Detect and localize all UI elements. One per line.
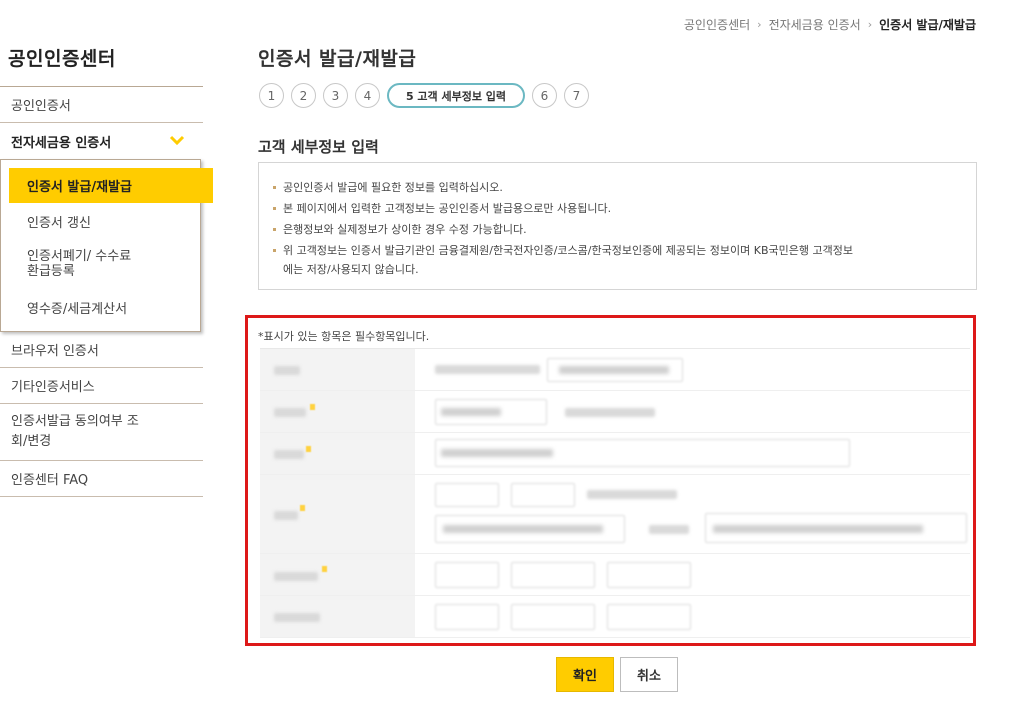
form-row [260,475,970,554]
blurred-input-text [443,525,603,533]
blurred-value [565,408,655,417]
blurred-input[interactable] [511,604,595,630]
submenu-item-label: 영수증/세금계산서 [27,301,128,317]
page-title: 인증서 발급/재발급 [258,48,417,70]
step-6: 6 [532,83,557,108]
form-row [260,596,970,638]
form-label-cell [260,349,415,390]
blurred-input[interactable] [435,604,499,630]
sidebar-item-label: 브라우저 인증서 [11,344,99,359]
submenu-item-renew[interactable]: 인증서 갱신 [1,203,200,239]
sidebar-item-faq[interactable]: 인증센터 FAQ [0,461,203,497]
sidebar-item-public-cert[interactable]: 공인인증서 [0,87,203,123]
form-value-cell [415,475,970,553]
cancel-button[interactable]: 취소 [620,657,678,692]
form-value-cell [415,554,970,595]
chevron-down-icon [169,135,185,146]
form-label-cell [260,391,415,432]
form-label-cell [260,554,415,595]
form-value-cell [415,596,970,637]
blurred-input[interactable] [607,562,691,588]
blurred-label [274,613,320,622]
notice-item: 위 고객정보는 인증서 발급기관인 금융결제원/한국전자인증/코스콤/한국정보인… [273,240,976,279]
breadcrumb-item-home[interactable]: 공인인증센터 [684,16,750,33]
customer-info-form: *표시가 있는 항목은 필수항목입니다. [245,315,976,646]
step-4: 4 [355,83,380,108]
blurred-input[interactable] [435,483,499,507]
sidebar-item-label: 기타인증서비스 [11,380,95,395]
submenu-item-label: 인증서 발급/재발급 [27,180,132,195]
form-row [260,349,970,391]
sidebar-title: 공인인증센터 [8,48,116,70]
sidebar-menu: 공인인증서 전자세금용 인증서 인증서 발급/재발급 인증서 갱신 인증서폐기/… [0,86,213,497]
sidebar-item-label: 인증센터 FAQ [11,473,89,488]
form-row [260,433,970,475]
blurred-input[interactable] [511,562,595,588]
notice-item: 공인인증서 발급에 필요한 정보를 입력하십시오. [273,177,976,198]
step-5-current: 5 고객 세부정보 입력 [387,83,525,108]
breadcrumb: 공인인증센터 › 전자세금용 인증서 › 인증서 발급/재발급 [684,16,976,33]
sidebar-item-consent[interactable]: 인증서발급 동의여부 조회/변경 [0,404,203,461]
step-3: 3 [323,83,348,108]
blurred-label [274,511,298,520]
step-1: 1 [259,83,284,108]
required-star-icon [300,505,305,511]
step-indicator: 1 2 3 4 5 고객 세부정보 입력 6 7 [259,83,589,108]
form-label-cell [260,433,415,474]
blurred-value [649,525,689,534]
sidebar-item-label: 인증서발급 동의여부 조회/변경 [11,414,139,449]
step-2: 2 [291,83,316,108]
form-label-cell [260,596,415,637]
sidebar-item-browser-cert[interactable]: 브라우저 인증서 [0,332,203,368]
blurred-value [587,490,677,499]
notice-item: 은행정보와 실제정보가 상이한 경우 수정 가능합니다. [273,219,976,240]
submenu-item-label: 인증서폐기/ 수수료 환급등록 [27,249,132,279]
sidebar-item-tax-cert[interactable]: 전자세금용 인증서 [0,123,203,159]
required-star-icon [322,566,327,572]
blurred-label [274,366,300,375]
blurred-value [435,365,540,374]
blurred-input-text [559,366,669,374]
form-value-cell [415,349,970,390]
blurred-input-text [713,525,923,533]
blurred-input-text [441,408,501,416]
form-actions: 확인 취소 [556,657,678,692]
sidebar-item-label: 공인인증서 [11,99,71,114]
sidebar-submenu: 인증서 발급/재발급 인증서 갱신 인증서폐기/ 수수료 환급등록 영수증/세금… [0,159,213,332]
blurred-label [274,572,318,581]
submenu-item-label: 인증서 갱신 [27,215,91,231]
submenu-item-revoke[interactable]: 인증서폐기/ 수수료 환급등록 [1,239,200,289]
required-star-icon [306,446,311,452]
sidebar-item-other-services[interactable]: 기타인증서비스 [0,368,203,404]
blurred-label [274,450,304,459]
chevron-right-icon: › [757,18,762,31]
step-7: 7 [564,83,589,108]
blurred-label [274,408,306,417]
blurred-input-text [441,449,553,457]
sidebar-item-label: 전자세금용 인증서 [11,135,112,151]
breadcrumb-current: 인증서 발급/재발급 [879,18,976,32]
breadcrumb-item-tax-cert[interactable]: 전자세금용 인증서 [769,16,861,33]
submenu-item-receipt[interactable]: 영수증/세금계산서 [1,289,200,325]
form-row [260,554,970,596]
confirm-button[interactable]: 확인 [556,657,614,692]
blurred-input[interactable] [607,604,691,630]
form-value-cell [415,433,970,474]
required-star-icon [310,404,315,410]
notice-item-text: 위 고객정보는 인증서 발급기관인 금융결제원/한국전자인증/코스콤/한국정보인… [283,244,853,257]
section-title: 고객 세부정보 입력 [258,138,379,156]
form-value-cell [415,391,970,432]
notice-box: 공인인증서 발급에 필요한 정보를 입력하십시오. 본 페이지에서 입력한 고객… [258,162,977,290]
notice-item: 본 페이지에서 입력한 고객정보는 공인인증서 발급용으로만 사용됩니다. [273,198,976,219]
form-row [260,391,970,433]
required-note: *표시가 있는 항목은 필수항목입니다. [258,330,430,343]
submenu-item-issue[interactable]: 인증서 발급/재발급 [9,168,213,203]
chevron-right-icon: › [867,18,873,31]
notice-item-continued: 에는 저장/사용되지 않습니다. [283,263,419,276]
form-table [260,348,970,638]
blurred-input[interactable] [511,483,575,507]
blurred-input[interactable] [435,562,499,588]
form-label-cell [260,475,415,553]
